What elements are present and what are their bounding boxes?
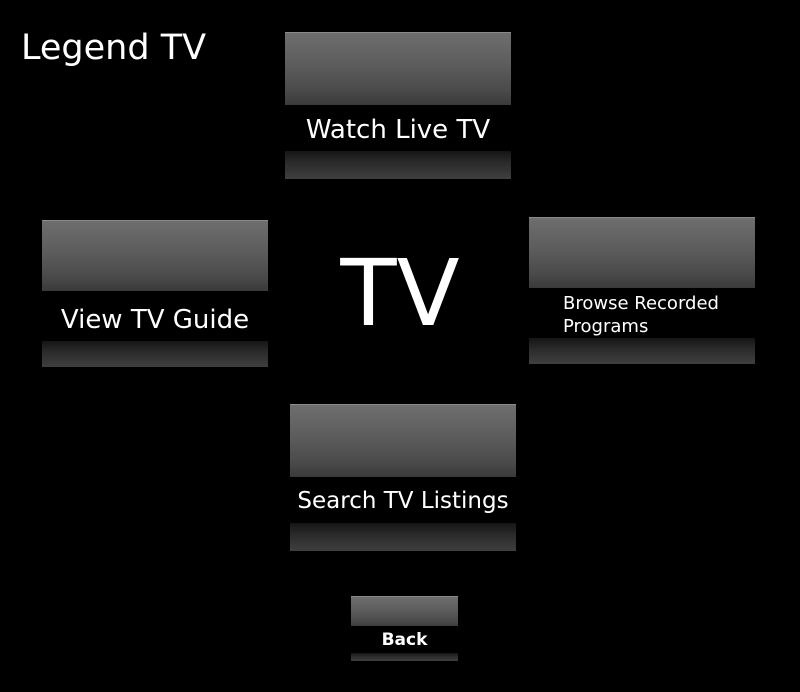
- back-button[interactable]: Back: [351, 596, 458, 661]
- watch-live-tv-button[interactable]: Watch Live TV: [285, 32, 511, 183]
- app-title: Legend TV: [21, 28, 207, 68]
- tile-gloss: [285, 32, 511, 105]
- tile-footer: [290, 523, 516, 551]
- view-tv-guide-button[interactable]: View TV Guide: [42, 220, 268, 367]
- tile-gloss: [351, 596, 458, 627]
- center-tv-label: TV: [340, 240, 460, 347]
- view-tv-guide-label: View TV Guide: [42, 291, 268, 343]
- tile-footer: [351, 653, 458, 661]
- browse-recorded-label-line1: Browse Recorded: [563, 293, 719, 314]
- tile-footer: [529, 338, 755, 364]
- tile-footer: [42, 341, 268, 367]
- browse-recorded-programs-button[interactable]: Browse Recorded Programs: [529, 217, 755, 364]
- tile-footer: [285, 151, 511, 179]
- tile-gloss: [42, 220, 268, 291]
- back-label: Back: [351, 626, 458, 653]
- search-tv-listings-button[interactable]: Search TV Listings: [290, 404, 516, 551]
- tile-gloss: [529, 217, 755, 288]
- search-tv-listings-label: Search TV Listings: [290, 477, 516, 525]
- browse-recorded-label-line2: Programs: [563, 316, 649, 337]
- tile-gloss: [290, 404, 516, 477]
- browse-recorded-programs-label: Browse Recorded Programs: [529, 288, 755, 342]
